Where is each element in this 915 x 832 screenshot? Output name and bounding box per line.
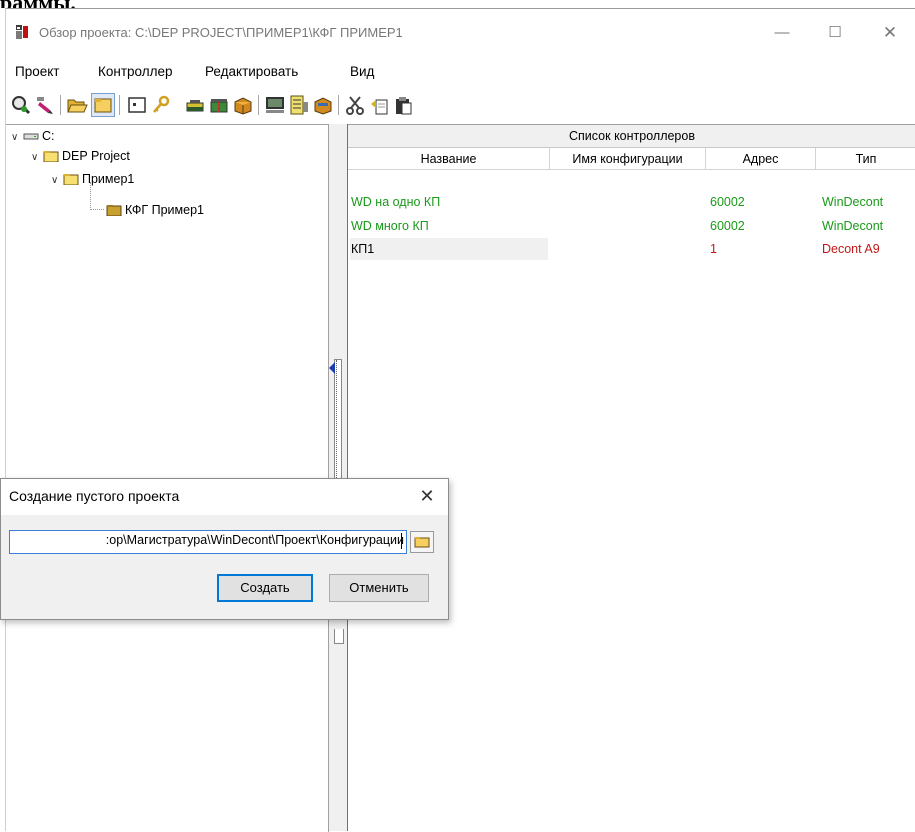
chevron-down-icon[interactable]: ∨ bbox=[11, 130, 23, 146]
cell-name: КП1 bbox=[351, 242, 375, 256]
dialog-title-bar: Создание пустого проекта ✕ bbox=[1, 479, 448, 515]
project-overview-window: Обзор проекта: C:\DEP PROJECT\ПРИМЕР1\КФ… bbox=[5, 8, 915, 832]
chevron-down-icon[interactable]: ∨ bbox=[31, 150, 43, 166]
browse-folder-button[interactable] bbox=[410, 531, 434, 553]
list-icon[interactable] bbox=[288, 94, 310, 116]
cell-name: WD на одно КП bbox=[351, 195, 441, 209]
project-path-value: :op\Магистратура\WinDecont\Проект\Конфиг… bbox=[105, 533, 404, 547]
screen-icon[interactable] bbox=[264, 94, 286, 116]
cell-address: 60002 bbox=[710, 219, 745, 233]
folder-icon[interactable] bbox=[91, 93, 115, 117]
app-icon bbox=[14, 24, 30, 40]
archive-icon[interactable] bbox=[312, 94, 334, 116]
menu-view[interactable]: Вид bbox=[350, 64, 374, 79]
row-selection-highlight bbox=[350, 238, 548, 260]
column-header-type[interactable]: Тип bbox=[816, 148, 915, 170]
chevron-down-icon[interactable]: ∨ bbox=[51, 173, 63, 189]
copy-icon[interactable] bbox=[368, 94, 390, 116]
cell-address: 1 bbox=[710, 242, 717, 256]
menu-controller[interactable]: Контроллер bbox=[98, 64, 173, 79]
open-folder-icon[interactable] bbox=[66, 94, 88, 116]
search-icon[interactable] bbox=[10, 94, 32, 116]
scissors-icon[interactable] bbox=[344, 94, 366, 116]
window-title: Обзор проекта: C:\DEP PROJECT\ПРИМЕР1\КФ… bbox=[39, 25, 403, 40]
column-header-address[interactable]: Адрес bbox=[706, 148, 816, 170]
project-path-input[interactable]: :op\Магистратура\WinDecont\Проект\Конфиг… bbox=[9, 530, 407, 554]
cancel-button[interactable]: Отменить bbox=[329, 574, 429, 602]
create-empty-project-dialog: Создание пустого проекта ✕ :op\Магистрат… bbox=[0, 478, 449, 620]
tree-label-dep-project: DEP Project bbox=[62, 149, 130, 163]
column-header-name[interactable]: Название bbox=[348, 148, 550, 170]
menu-project[interactable]: Проект bbox=[15, 64, 59, 79]
background-document-text: раммы. bbox=[0, 0, 140, 8]
new-window-icon[interactable] bbox=[126, 94, 148, 116]
maximize-button[interactable]: ☐ bbox=[821, 21, 849, 45]
folder-icon bbox=[43, 150, 59, 163]
drive-icon bbox=[23, 130, 39, 142]
tree-label-example1: Пример1 bbox=[82, 172, 135, 186]
cell-type: Decont A9 bbox=[822, 242, 880, 256]
dialog-close-button[interactable]: ✕ bbox=[413, 483, 441, 509]
tree-label-drive: C: bbox=[42, 129, 55, 143]
menu-edit[interactable]: Редактировать bbox=[205, 64, 298, 79]
tree-node-example1[interactable]: ∨ Пример1 bbox=[51, 171, 134, 187]
folder-icon bbox=[414, 537, 430, 548]
menu-bar: Проект Контроллер Редактировать Вид bbox=[6, 61, 915, 83]
minimize-button[interactable]: — bbox=[768, 21, 796, 45]
folder-icon bbox=[63, 173, 79, 186]
gift-icon[interactable] bbox=[208, 94, 230, 116]
tree-node-drive[interactable]: ∨ C: bbox=[11, 128, 55, 144]
splitter-lower-grip bbox=[334, 629, 344, 644]
box-icon[interactable] bbox=[232, 94, 254, 116]
toolbar bbox=[6, 91, 915, 119]
folder-icon bbox=[106, 204, 122, 217]
collapse-left-arrow-icon[interactable] bbox=[329, 362, 335, 374]
cell-name: WD много КП bbox=[351, 219, 429, 233]
tree-node-config[interactable]: КФГ Пример1 bbox=[106, 202, 204, 218]
printer-icon[interactable] bbox=[184, 94, 206, 116]
dialog-title: Создание пустого проекта bbox=[9, 488, 180, 504]
text-caret bbox=[401, 533, 402, 549]
tree-label-config: КФГ Пример1 bbox=[125, 203, 204, 217]
title-bar: Обзор проекта: C:\DEP PROJECT\ПРИМЕР1\КФ… bbox=[6, 9, 915, 59]
controller-list-caption: Список контроллеров bbox=[348, 125, 915, 148]
close-button[interactable]: ✕ bbox=[876, 21, 904, 45]
create-button[interactable]: Создать bbox=[217, 574, 313, 602]
tree-node-dep-project[interactable]: ∨ DEP Project bbox=[31, 148, 130, 164]
column-header-config[interactable]: Имя конфигурации bbox=[550, 148, 706, 170]
paste-icon[interactable] bbox=[392, 94, 414, 116]
edit-icon[interactable] bbox=[34, 94, 56, 116]
cell-type: WinDecont bbox=[822, 195, 884, 209]
key-icon[interactable] bbox=[150, 94, 172, 116]
cell-type: WinDecont bbox=[822, 219, 884, 233]
cell-address: 60002 bbox=[710, 195, 745, 209]
